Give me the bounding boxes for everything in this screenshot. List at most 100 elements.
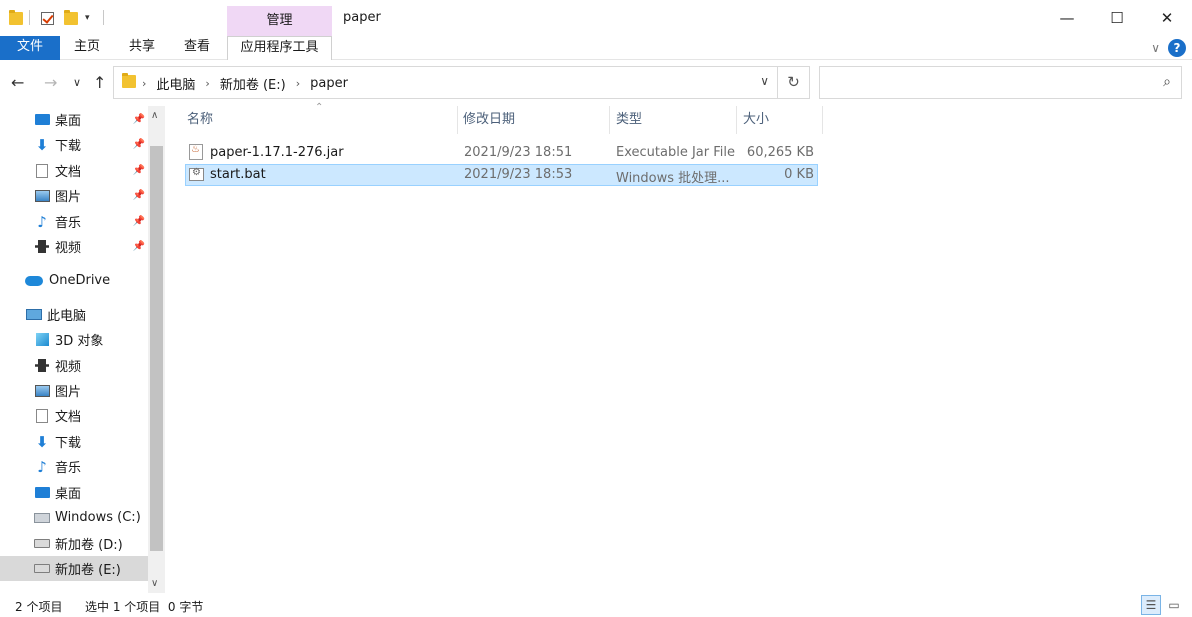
chevron-right-icon[interactable]: › xyxy=(296,77,300,90)
manage-tab[interactable]: 管理 xyxy=(227,6,332,36)
sidebar-item-drive-e[interactable]: 新加卷 (E:) xyxy=(0,556,148,581)
download-icon: ⬇ xyxy=(35,432,49,451)
selection-info: 选中 1 个项目 0 字节 xyxy=(85,600,204,614)
sidebar-item-drive-c[interactable]: Windows (C:) xyxy=(0,505,148,530)
sidebar-item-drive-d[interactable]: 新加卷 (D:) xyxy=(0,531,148,556)
jar-file-icon xyxy=(189,144,203,160)
sidebar-item-label: 桌面 xyxy=(55,114,82,129)
sidebar-item-label: 此电脑 xyxy=(47,309,87,324)
window-title: paper xyxy=(343,10,381,25)
tab-home[interactable]: 主页 xyxy=(62,36,112,60)
folder-icon xyxy=(9,9,23,26)
sidebar-item-label: 视频 xyxy=(55,360,82,375)
computer-icon xyxy=(26,308,42,322)
address-bar[interactable]: › 此电脑 › 新加卷 (E:) › paper ∨ xyxy=(113,66,778,99)
pictures-icon xyxy=(34,189,50,203)
column-header-size[interactable]: 大小 xyxy=(737,106,822,134)
file-name: start.bat xyxy=(210,167,266,182)
column-header-name[interactable]: 名称 xyxy=(181,106,457,134)
sidebar-item-pictures[interactable]: 图片 xyxy=(0,378,148,403)
windows-drive-icon xyxy=(34,511,50,525)
column-header-modified[interactable]: 修改日期 xyxy=(457,106,609,134)
sidebar-item-music[interactable]: ♪ 音乐 xyxy=(0,454,148,479)
drive-icon xyxy=(34,562,50,576)
pin-icon[interactable]: 📌 xyxy=(133,190,145,201)
column-header-type[interactable]: 类型 xyxy=(610,106,736,134)
scroll-down-icon[interactable]: ∨ xyxy=(151,578,158,589)
column-divider[interactable] xyxy=(822,106,823,134)
file-row-jar[interactable]: paper-1.17.1-276.jar 2021/9/23 18:51 Exe… xyxy=(185,142,818,164)
maximize-button[interactable]: ☐ xyxy=(1092,0,1142,36)
sidebar-item-desktop[interactable]: 桌面 xyxy=(0,480,148,505)
sidebar-item-3d-objects[interactable]: 3D 对象 xyxy=(0,327,148,352)
close-button[interactable]: ✕ xyxy=(1142,0,1192,36)
sidebar-item-label: 文档 xyxy=(55,165,82,180)
search-input[interactable]: ⌕ xyxy=(819,66,1182,99)
recent-locations-button[interactable]: ∨ xyxy=(73,76,81,89)
forward-button[interactable]: → xyxy=(44,73,57,92)
breadcrumb-paper[interactable]: paper xyxy=(310,76,348,91)
file-type: Windows 批处理... xyxy=(616,171,730,186)
pin-icon[interactable]: 📌 xyxy=(133,114,145,125)
tab-file[interactable]: 文件 xyxy=(0,36,60,60)
pin-icon[interactable]: 📌 xyxy=(133,216,145,227)
breadcrumb-drive-e[interactable]: 新加卷 (E:) xyxy=(220,74,286,93)
3d-objects-icon xyxy=(34,333,50,347)
file-size: 60,265 KB xyxy=(746,145,814,160)
desktop-icon xyxy=(34,486,50,500)
chevron-right-icon[interactable]: › xyxy=(205,77,209,90)
batch-file-icon xyxy=(189,167,204,182)
sidebar-item-documents[interactable]: 文档 xyxy=(0,403,148,428)
properties-icon[interactable] xyxy=(41,10,54,26)
sidebar-item-downloads[interactable]: ⬇ 下载 xyxy=(0,429,148,454)
scrollbar-thumb[interactable] xyxy=(150,146,163,551)
sidebar-item-label: 文档 xyxy=(55,410,82,425)
pin-icon[interactable]: 📌 xyxy=(133,165,145,176)
pin-icon[interactable]: 📌 xyxy=(133,241,145,252)
sidebar-item-label: 下载 xyxy=(55,436,82,451)
status-bar: 2 个项目 选中 1 个项目 0 字节 ☰ ▭ xyxy=(0,593,1192,617)
minimize-button[interactable]: — xyxy=(1042,0,1092,36)
sidebar-item-label: 新加卷 (E:) xyxy=(55,563,121,578)
sidebar-item-label: OneDrive xyxy=(49,273,111,288)
sidebar-item-videos[interactable]: 视频 xyxy=(0,353,148,378)
help-icon[interactable]: ? xyxy=(1168,39,1186,57)
scroll-up-icon[interactable]: ∧ xyxy=(151,110,158,121)
folder-icon xyxy=(122,73,136,92)
tab-share[interactable]: 共享 xyxy=(117,36,167,60)
address-dropdown-icon[interactable]: ∨ xyxy=(760,74,769,88)
sidebar-item-label: Windows (C:) xyxy=(55,510,141,525)
refresh-button[interactable]: ↻ xyxy=(778,66,810,99)
pin-icon[interactable]: 📌 xyxy=(133,139,145,150)
ribbon-tabs: 文件 主页 共享 查看 应用程序工具 ∨ ? xyxy=(0,36,1192,60)
back-button[interactable]: ← xyxy=(11,73,24,92)
music-icon: ♪ xyxy=(37,212,47,231)
video-icon xyxy=(34,240,50,254)
expand-ribbon-icon[interactable]: ∨ xyxy=(1151,41,1160,55)
chevron-right-icon[interactable]: › xyxy=(142,77,146,90)
tab-view[interactable]: 查看 xyxy=(172,36,222,60)
details-view-icon[interactable]: ☰ xyxy=(1141,595,1161,615)
sidebar-item-videos[interactable]: 视频 📌 xyxy=(0,234,148,259)
sidebar-item-onedrive[interactable]: OneDrive xyxy=(0,268,148,293)
sidebar-scrollbar[interactable]: ∧ ∨ xyxy=(148,106,165,593)
tab-application-tools[interactable]: 应用程序工具 xyxy=(227,36,332,60)
search-icon: ⌕ xyxy=(1163,74,1171,90)
sidebar-item-documents[interactable]: 文档 📌 xyxy=(0,158,148,183)
new-folder-icon[interactable] xyxy=(64,9,78,26)
sidebar-item-this-pc[interactable]: 此电脑 xyxy=(0,302,148,327)
sidebar-item-desktop[interactable]: 桌面 📌 xyxy=(0,107,148,132)
file-row-bat[interactable]: start.bat 2021/9/23 18:53 Windows 批处理...… xyxy=(185,164,818,186)
file-type: Executable Jar File xyxy=(616,145,735,160)
sidebar-item-music[interactable]: ♪ 音乐 📌 xyxy=(0,209,148,234)
sidebar-item-downloads[interactable]: ⬇ 下载 📌 xyxy=(0,132,148,157)
sidebar-item-pictures[interactable]: 图片 📌 xyxy=(0,183,148,208)
up-button[interactable]: ↑ xyxy=(93,73,106,92)
large-icons-view-icon[interactable]: ▭ xyxy=(1164,595,1184,615)
desktop-icon xyxy=(34,113,50,127)
quick-access-dropdown-icon[interactable]: ▾ xyxy=(85,10,90,26)
file-name: paper-1.17.1-276.jar xyxy=(210,145,344,160)
breadcrumb-this-pc[interactable]: 此电脑 xyxy=(156,74,195,93)
sidebar-item-label: 桌面 xyxy=(55,487,82,502)
divider xyxy=(29,10,30,25)
